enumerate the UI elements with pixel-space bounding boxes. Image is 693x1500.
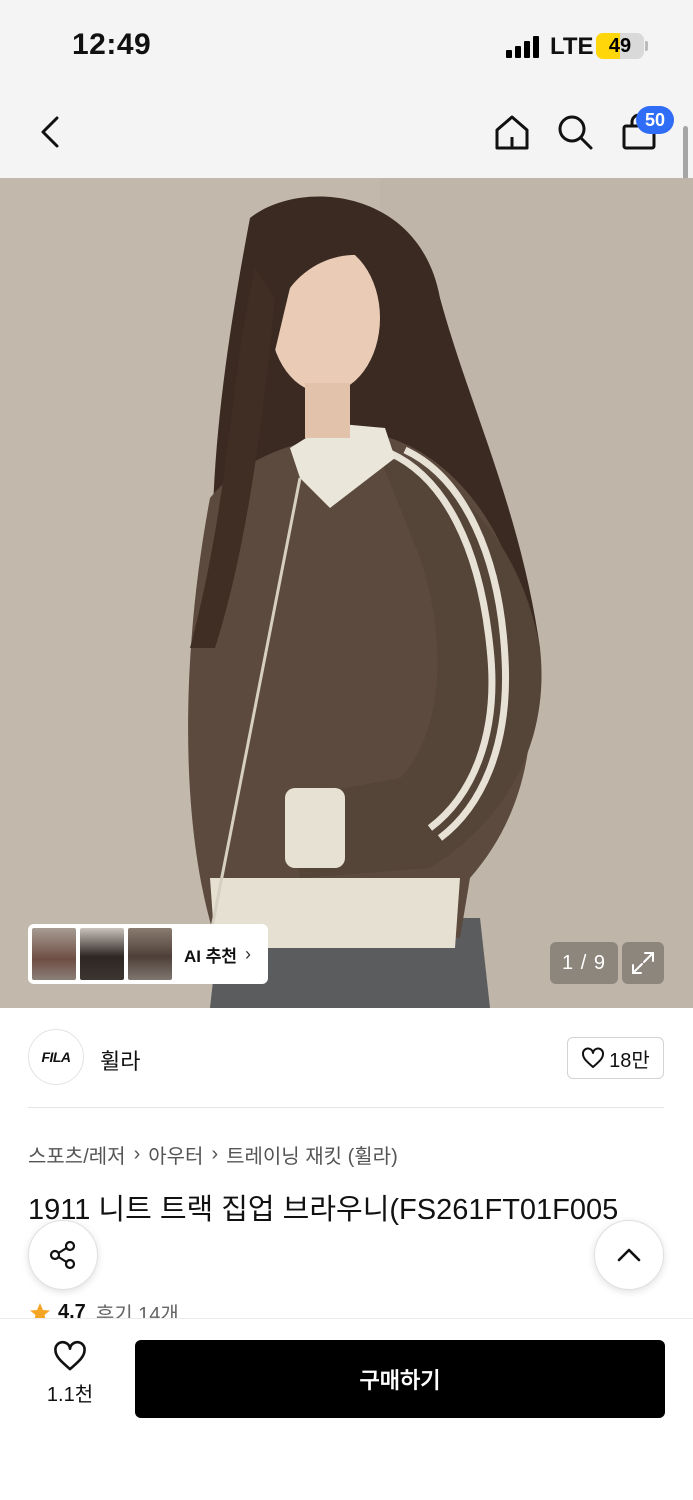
- ai-recommend-chip[interactable]: AI 추천 ›: [28, 924, 268, 984]
- ai-thumbnail: [80, 928, 124, 980]
- share-button[interactable]: [28, 1220, 98, 1290]
- brand-like-count: 18만: [609, 1049, 650, 1072]
- chevron-right-icon: ›: [211, 1143, 219, 1165]
- chevron-up-icon: [617, 1248, 641, 1262]
- brand-like-button[interactable]: 18만: [567, 1037, 664, 1079]
- ai-thumbnail: [128, 928, 172, 980]
- divider: [28, 1107, 664, 1108]
- breadcrumb-item[interactable]: 트레이닝 재킷 (휠라): [226, 1140, 398, 1169]
- back-button[interactable]: [26, 108, 74, 156]
- signal-icon: [506, 36, 542, 58]
- chevron-right-icon: ›: [245, 943, 252, 964]
- home-button[interactable]: [488, 108, 536, 156]
- image-counter: 1 / 9: [550, 942, 618, 984]
- breadcrumb: 스포츠/레저 › 아우터 › 트레이닝 재킷 (휠라): [28, 1140, 398, 1169]
- share-icon: [49, 1240, 76, 1270]
- expand-icon: [632, 952, 654, 974]
- status-time: 12:49: [72, 28, 152, 61]
- chevron-right-icon: ›: [133, 1143, 141, 1165]
- product-image[interactable]: [0, 178, 693, 1008]
- scroll-to-top-button[interactable]: [594, 1220, 664, 1290]
- search-icon: [558, 115, 593, 150]
- status-bar: 12:49 LTE 49: [0, 0, 693, 92]
- breadcrumb-item[interactable]: 스포츠/레저: [28, 1140, 126, 1169]
- brand-logo[interactable]: FILA: [28, 1029, 84, 1085]
- cart-count-badge: 50: [636, 106, 674, 134]
- battery-nub: [645, 41, 648, 51]
- search-button[interactable]: [551, 108, 599, 156]
- ai-recommend-label: AI 추천: [184, 946, 238, 966]
- battery-icon: 49: [596, 33, 644, 59]
- network-label: LTE: [550, 33, 594, 60]
- wishlist-count: 1.1천: [46, 1384, 94, 1406]
- fullscreen-button[interactable]: [622, 942, 664, 984]
- buy-button[interactable]: 구매하기: [135, 1340, 665, 1418]
- wishlist-button[interactable]: 1.1천: [30, 1340, 110, 1420]
- brand-name[interactable]: 휠라: [100, 1044, 140, 1076]
- chevron-left-icon: [41, 116, 59, 148]
- breadcrumb-item[interactable]: 아우터: [148, 1140, 203, 1169]
- ai-thumbnail: [32, 928, 76, 980]
- top-nav-bar: [0, 92, 693, 178]
- heart-icon: [582, 1047, 605, 1068]
- battery-level: 49: [608, 35, 632, 57]
- product-photo: [0, 178, 693, 1008]
- product-title: 1911 니트 트랙 집업 브라우니(FS261FT01F005: [28, 1194, 619, 1226]
- home-icon: [495, 115, 529, 150]
- heart-icon: [54, 1340, 86, 1371]
